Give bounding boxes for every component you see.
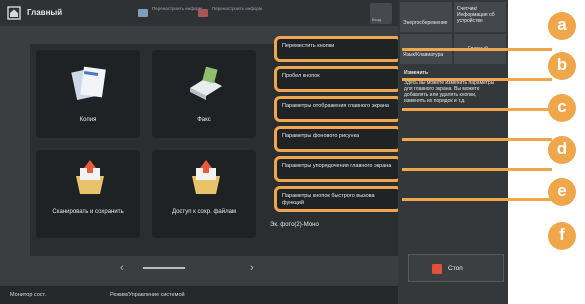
menu-label: Параметры кнопок быстрого вызова функций — [282, 193, 375, 206]
page-title: Главный — [27, 8, 63, 17]
stored-files-icon — [192, 160, 220, 194]
callout-line-c — [402, 108, 552, 111]
menu-background-settings[interactable]: Параметры фонового рисунка — [274, 126, 402, 152]
callout-badge-d: d — [548, 136, 576, 164]
copy-icon — [71, 66, 106, 100]
info-label-2: Перенастроить информ. — [212, 6, 264, 11]
home-icon[interactable] — [7, 6, 21, 20]
eco-label: Эк. фото(2)-Моно — [270, 222, 319, 228]
prev-page-icon[interactable]: ‹ — [120, 262, 124, 274]
callout-line-f — [402, 198, 552, 201]
info-icon — [138, 9, 148, 17]
callout-line-b — [402, 78, 552, 81]
menu-button-spacing[interactable]: Пробел кнопок — [274, 66, 402, 92]
menu-label: Параметры упорядочения главного экрана — [282, 163, 392, 169]
tile-label: Копия — [79, 117, 97, 123]
tile-label: Сканировать и сохранить — [52, 209, 124, 215]
menu-label: Пробел кнопок — [282, 73, 320, 79]
tile-label: Факс — [197, 117, 211, 123]
status-monitor-button[interactable]: Монитор сост. — [10, 292, 46, 298]
settings-description: Здесь вы можете изменить параметры для г… — [404, 80, 495, 104]
stop-label: Стоп — [448, 265, 463, 272]
next-page-icon[interactable]: › — [250, 262, 254, 274]
tile-fax[interactable]: Факс — [152, 50, 256, 138]
callout-badge-f: f — [548, 222, 576, 250]
menu-shortcut-settings[interactable]: Параметры кнопок быстрого вызова функций — [274, 186, 402, 212]
menu-display-settings[interactable]: Параметры отображения главного экрана — [274, 96, 402, 122]
login-button[interactable]: Вход — [370, 3, 392, 24]
sleep-button[interactable]: Энергосбережение — [400, 2, 452, 32]
callout-line-e — [402, 168, 552, 171]
callout-badge-c: c — [548, 94, 576, 122]
menu-label: Параметры фонового рисунка — [282, 133, 360, 139]
menu-label: Параметры отображения главного экрана — [282, 103, 389, 109]
callout-badge-b: b — [548, 52, 576, 80]
tile-copy[interactable]: Копия — [36, 50, 140, 138]
stop-icon — [432, 264, 442, 274]
menu-move-buttons[interactable]: Переместить кнопки — [274, 36, 402, 62]
info-icon-2 — [198, 9, 208, 17]
login-label: Вход — [372, 17, 382, 22]
callout-badge-a: a — [548, 12, 576, 40]
scan-save-icon — [76, 160, 104, 194]
tile-label: Доступ к сохр. файлам — [171, 209, 237, 215]
fax-icon — [190, 66, 222, 100]
tile-scan-save[interactable]: Сканировать и сохранить — [36, 150, 140, 238]
menu-arrange-settings[interactable]: Параметры упорядочения главного экрана — [274, 156, 402, 182]
sleep-label: Энергосбережение — [403, 20, 448, 26]
stop-button[interactable]: Стоп — [408, 254, 504, 282]
counter-button[interactable]: Счетчик/Информация об устройстве — [454, 2, 506, 32]
callout-line-d — [402, 138, 552, 141]
callout-line-a — [402, 48, 552, 51]
toolbar-button[interactable]: Режим/Управление системой — [110, 292, 185, 298]
counter-label: Счетчик/Информация об устройстве — [457, 6, 495, 24]
menu-label: Переместить кнопки — [282, 43, 335, 49]
page-indicator — [143, 267, 185, 269]
callout-badge-e: e — [548, 178, 576, 206]
tile-stored-files[interactable]: Доступ к сохр. файлам — [152, 150, 256, 238]
language-label: Язык/Клавиатура — [403, 52, 444, 58]
settings-title: Изменить — [404, 70, 429, 76]
touch-panel-screen: Главный Перенастроить информ. Перенастро… — [0, 0, 508, 304]
